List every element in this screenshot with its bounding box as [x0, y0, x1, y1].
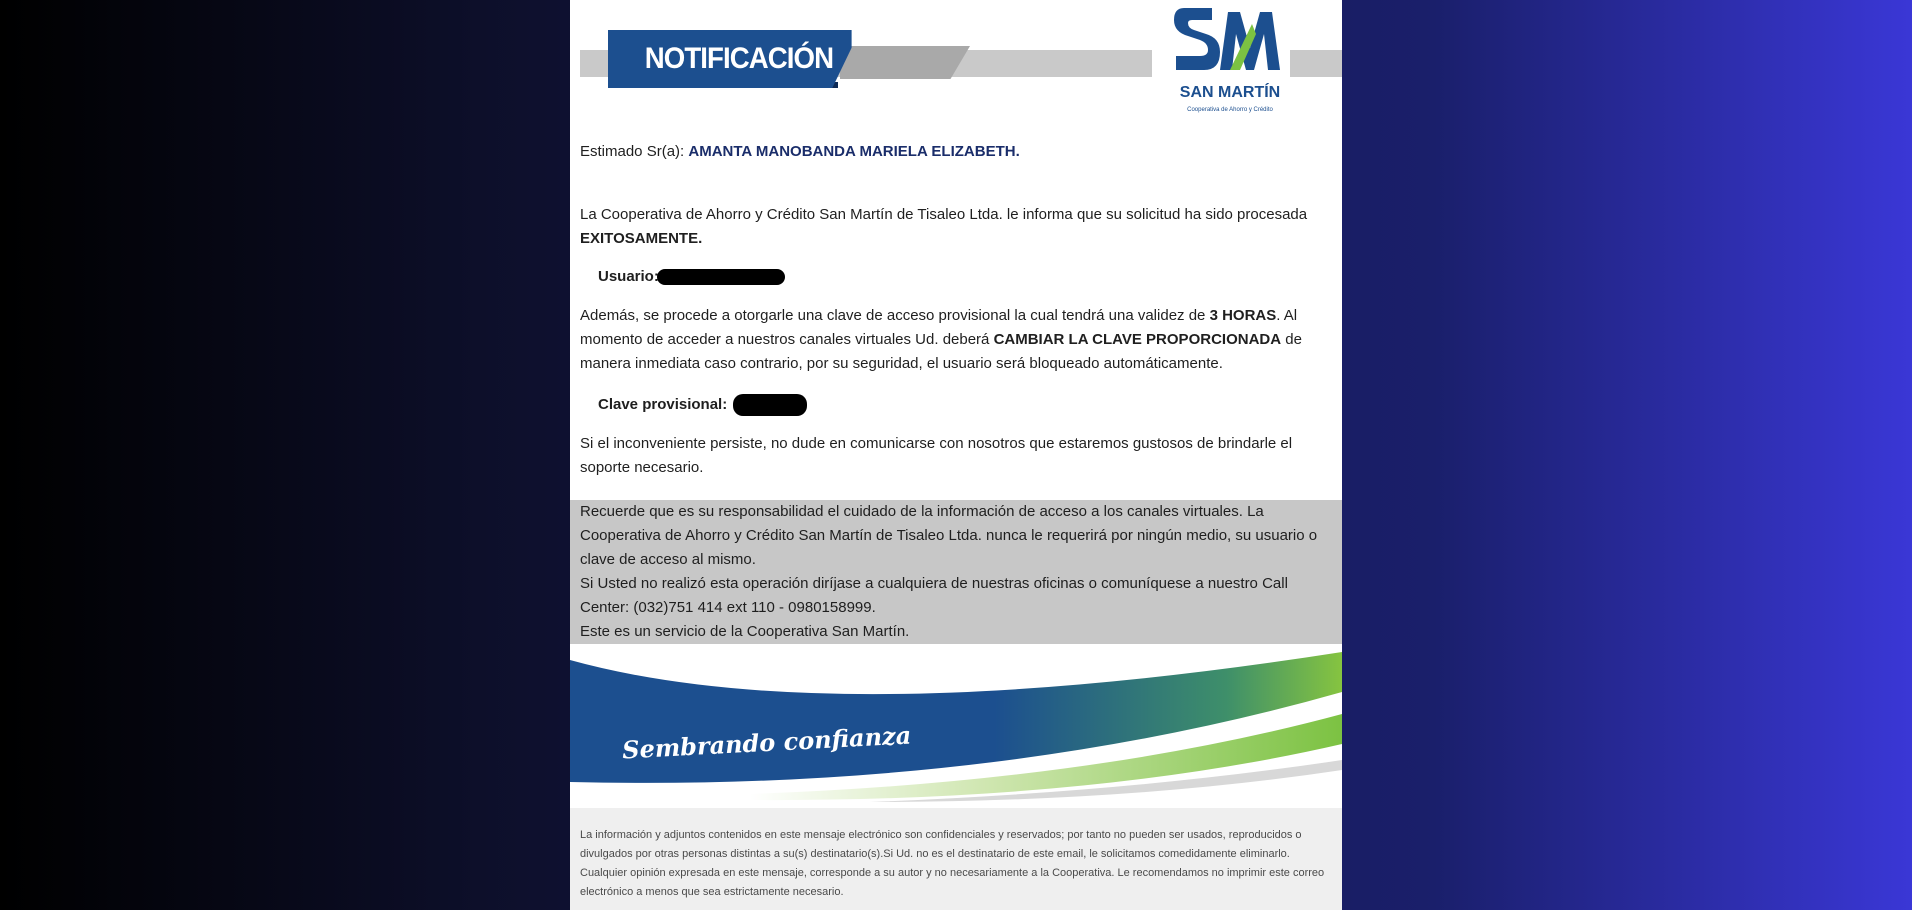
- logo-subtitle: Cooperativa de Ahorro y Crédito: [1187, 107, 1273, 113]
- notice-line3: Este es un servicio de la Cooperativa Sa…: [580, 623, 910, 640]
- header-stripe-dark: [840, 46, 970, 79]
- footer-banner-art: [570, 652, 1342, 802]
- notice-line1: Recuerde que es su responsabilidad el cu…: [580, 503, 1318, 568]
- sm-monogram-icon: [1174, 8, 1280, 70]
- paragraph2-part1: Además, se procede a otorgarle una clave…: [580, 307, 1210, 324]
- paragraph2-validity: 3 HORAS: [1209, 307, 1277, 324]
- email-body: NOTIFICACIÓN SAN MARTÍN Cooperativa de A…: [570, 0, 1342, 910]
- logo-name: SAN MARTÍN: [1179, 84, 1281, 101]
- legal-disclaimer: La información y adjuntos contenidos en …: [570, 808, 1342, 910]
- usuario-row: Usuario:: [598, 265, 786, 289]
- notification-banner: NOTIFICACIÓN: [608, 30, 852, 88]
- paragraph2-change-password: CAMBIAR LA CLAVE PROPORCIONADA: [993, 331, 1282, 348]
- notice-line2: Si Usted no realizó esta operación diríj…: [580, 575, 1288, 616]
- paragraph-confirmation: La Cooperativa de Ahorro y Crédito San M…: [580, 203, 1330, 251]
- greeting-label: Estimado Sr(a):: [580, 143, 685, 160]
- paragraph-support: Si el inconveniente persiste, no dude en…: [580, 435, 1293, 476]
- san-martin-logo: SAN MARTÍN Cooperativa de Ahorro y Crédi…: [1170, 4, 1290, 124]
- security-notice: Recuerde que es su responsabilidad el cu…: [570, 500, 1342, 644]
- clave-label: Clave provisional:: [598, 396, 728, 413]
- clave-row: Clave provisional:: [598, 393, 808, 417]
- clave-redacted: [733, 394, 808, 417]
- usuario-redacted: [657, 269, 786, 286]
- greeting: Estimado Sr(a): AMANTA MANOBANDA MARIELA…: [580, 143, 1020, 160]
- paragraph1-emphasis: EXITOSAMENTE.: [580, 230, 703, 247]
- usuario-label: Usuario:: [598, 268, 659, 285]
- email-header: NOTIFICACIÓN SAN MARTÍN Cooperativa de A…: [570, 0, 1342, 140]
- paragraph-temporary-password: Además, se procede a otorgarle una clave…: [580, 304, 1342, 376]
- recipient-name: AMANTA MANOBANDA MARIELA ELIZABETH.: [688, 143, 1020, 160]
- paragraph1-text: La Cooperativa de Ahorro y Crédito San M…: [580, 206, 1308, 223]
